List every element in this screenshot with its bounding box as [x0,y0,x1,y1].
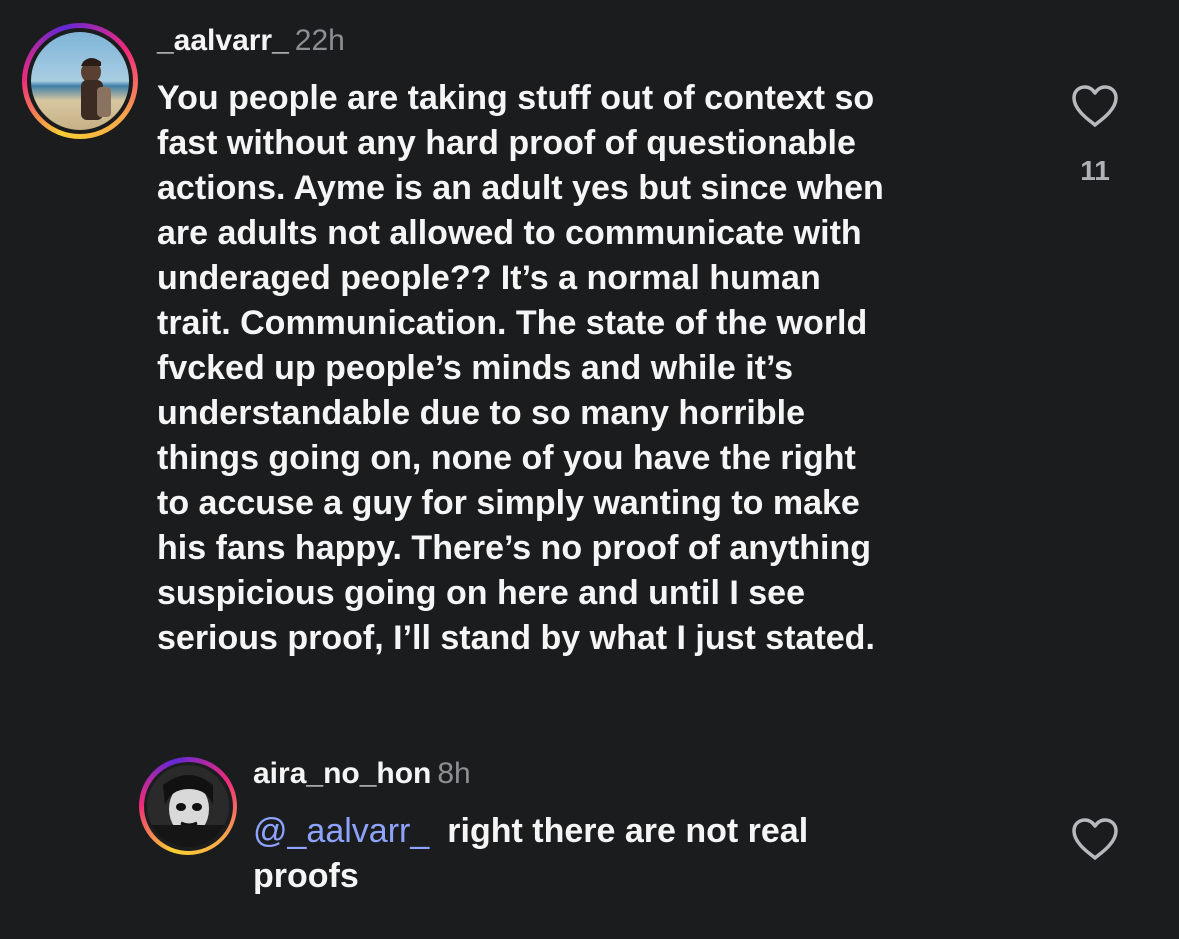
comment-header: _aalvarr_ 22h [157,24,345,58]
comment-line: suspicious going on here and until I see [157,574,805,612]
comment-timestamp: 22h [294,24,345,57]
comment-line: understandable due to so many horrible [157,394,805,432]
comment-text: You people are taking stuff out of conte… [157,76,884,661]
comment-line: are adults not allowed to communicate wi… [157,214,862,252]
mention-link[interactable]: @_aalvarr_ [253,812,429,850]
comment-line: actions. Ayme is an adult yes but since … [157,169,884,207]
avatar-story-ring[interactable] [22,23,138,139]
username-link[interactable]: _aalvarr_ [157,24,289,57]
comment-line: underaged people?? It’s a normal human [157,259,821,297]
heart-outline-icon[interactable] [1070,83,1120,129]
comment-line: serious proof, I’ll stand by what I just… [157,619,875,657]
comment-line: things going on, none of you have the ri… [157,439,856,477]
comment-text: @_aalvarr_ right there are not real proof… [253,809,808,899]
comment-timestamp: 8h [437,757,471,790]
comment-line: @_aalvarr_ right there are not real [253,812,809,850]
comment-line: trait. Communication. The state of the w… [157,304,868,342]
comment-line: You people are taking stuff out of conte… [157,79,875,117]
comment-line: fast without any hard proof of questiona… [157,124,856,162]
avatar [31,32,129,130]
avatar-story-ring[interactable] [139,757,237,855]
comment-line: fvcked up people’s minds and while it’s [157,349,794,387]
comment-line: to accuse a guy for simply wanting to ma… [157,484,860,522]
like-count: 11 [1080,155,1110,186]
username-link[interactable]: aira_no_hon [253,757,431,790]
comment-header: aira_no_hon 8h [253,757,471,791]
comment-line: proofs [253,857,359,895]
comment-line: his fans happy. There’s no proof of anyt… [157,529,872,567]
heart-outline-icon[interactable] [1070,816,1120,862]
avatar [147,765,229,847]
